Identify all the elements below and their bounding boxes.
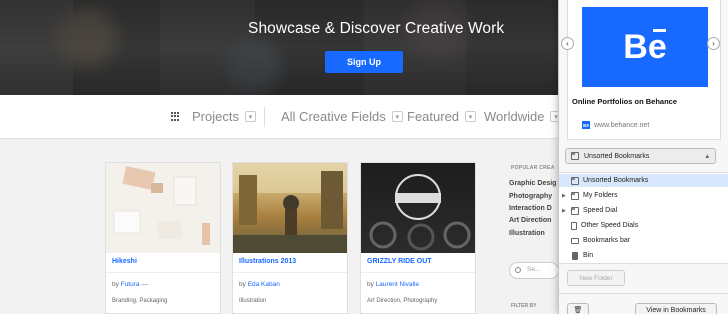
- search-icon: [515, 267, 521, 273]
- favicon-icon: Bē: [582, 121, 590, 129]
- popular-creative-fields-heading: POPULAR CREA: [511, 165, 555, 171]
- url-text: www.behance.net: [594, 121, 650, 129]
- by-label: by: [239, 281, 246, 288]
- by-label: by: [112, 281, 119, 288]
- project-fields: Art Direction, Photography: [367, 298, 438, 304]
- sidebar-link-interaction-design[interactable]: Interaction D: [509, 205, 552, 212]
- project-title[interactable]: Illustrations 2013: [239, 258, 296, 265]
- folder-select[interactable]: Unsorted Bookmarks ▴: [565, 148, 716, 164]
- sidebar-link-photography[interactable]: Photography: [509, 193, 552, 200]
- next-thumbnail-button[interactable]: ›: [707, 37, 720, 50]
- folder-icon: [571, 191, 579, 200]
- tree-item-label: My Folders: [583, 192, 618, 199]
- nav-projects-label: Projects: [192, 109, 239, 124]
- tree-item-other-speed-dials[interactable]: Other Speed Dials: [559, 219, 728, 232]
- bin-icon: [572, 251, 578, 260]
- tree-item-label: Other Speed Dials: [581, 222, 639, 229]
- tree-item-my-folders[interactable]: ▶ My Folders: [559, 189, 728, 202]
- divider: [233, 272, 347, 273]
- nav-featured[interactable]: Featured ▾: [407, 109, 477, 124]
- speed-dial-icon: [571, 206, 579, 215]
- project-card[interactable]: GRIZZLY RIDE OUT by Laurent Nivalle Art …: [360, 162, 476, 314]
- nav-creative-fields-label: All Creative Fields: [281, 109, 386, 124]
- hero-title: Showcase & Discover Creative Work: [248, 20, 505, 37]
- chevron-up-icon: ▴: [705, 153, 709, 160]
- filter-by-heading: FILTER BY: [511, 303, 537, 309]
- tree-item-label: Bookmarks bar: [583, 237, 631, 244]
- folder-select-value: Unsorted Bookmarks: [584, 152, 650, 160]
- project-thumbnail[interactable]: [361, 163, 475, 253]
- tree-item-unsorted-bookmarks[interactable]: Unsorted Bookmarks: [559, 174, 728, 187]
- project-author: by Futura —: [112, 281, 148, 288]
- project-card[interactable]: Illustrations 2013 by Eda Kaban Illustra…: [232, 162, 348, 314]
- author-link[interactable]: Laurent Nivalle: [376, 281, 419, 288]
- tree-item-bin[interactable]: Bin: [559, 249, 728, 262]
- bookmark-url: Bē www.behance.net: [582, 121, 649, 129]
- nav-worldwide-label: Worldwide: [484, 109, 545, 124]
- tree-item-label: Speed Dial: [583, 207, 618, 214]
- trash-icon: 🗑: [573, 306, 583, 314]
- field-search-input[interactable]: Se...: [509, 262, 559, 279]
- project-card[interactable]: Hikeshi by Futura — Branding, Packaging: [105, 162, 221, 314]
- divider: [106, 272, 220, 273]
- new-folder-button[interactable]: New Folder: [567, 270, 625, 286]
- chevron-down-icon: ▾: [244, 111, 256, 122]
- bookmarks-bar-icon: [571, 237, 579, 244]
- tree-item-label: Bin: [583, 252, 594, 259]
- project-fields: Branding, Packaging: [112, 298, 168, 304]
- grid-icon: [171, 112, 180, 121]
- by-label: by: [367, 281, 374, 288]
- tree-item-label: Unsorted Bookmarks: [583, 177, 649, 184]
- project-thumbnail[interactable]: [106, 163, 220, 253]
- expand-arrow-icon[interactable]: ▶: [562, 193, 566, 199]
- bookmark-title: Online Portfolios on Behance: [572, 97, 678, 106]
- nav-worldwide[interactable]: Worldwide ▾: [484, 109, 562, 124]
- behance-logo-icon: Be: [582, 7, 708, 87]
- nav-projects[interactable]: Projects ▾: [171, 109, 256, 124]
- delete-bookmark-button[interactable]: 🗑: [567, 303, 589, 314]
- sidebar-link-art-direction[interactable]: Art Direction: [509, 217, 551, 224]
- nav-featured-label: Featured: [407, 109, 460, 124]
- project-author: by Eda Kaban: [239, 281, 280, 288]
- nav-divider: [264, 107, 265, 127]
- chevron-down-icon: ▾: [391, 111, 403, 122]
- previous-thumbnail-button[interactable]: ‹: [561, 37, 574, 50]
- expand-arrow-icon[interactable]: ▶: [562, 208, 566, 214]
- author-suffix: —: [139, 281, 148, 288]
- project-thumbnail[interactable]: [233, 163, 347, 253]
- sidebar-link-illustration[interactable]: Illustration: [509, 230, 545, 237]
- bookmark-preview: Be Online Portfolios on Behance Bē www.b…: [567, 0, 721, 140]
- tree-item-bookmarks-bar[interactable]: Bookmarks bar: [559, 234, 728, 247]
- logo-macron: [653, 29, 666, 32]
- device-icon: [571, 221, 577, 230]
- sign-up-button[interactable]: Sign Up: [325, 51, 403, 73]
- divider: [361, 272, 475, 273]
- author-link[interactable]: Futura: [121, 281, 140, 288]
- author-link[interactable]: Eda Kaban: [248, 281, 280, 288]
- view-in-bookmarks-button[interactable]: View in Bookmarks: [635, 303, 717, 314]
- nav-creative-fields[interactable]: All Creative Fields ▾: [281, 109, 403, 124]
- folder-icon: [571, 176, 579, 185]
- chevron-down-icon: ▾: [465, 111, 477, 122]
- bookmark-popup: Be Online Portfolios on Behance Bē www.b…: [558, 0, 728, 314]
- logo-text: Be: [623, 27, 667, 66]
- project-title[interactable]: Hikeshi: [112, 258, 137, 265]
- folder-tree: Unsorted Bookmarks ▶ My Folders ▶ Speed …: [559, 172, 728, 264]
- project-title[interactable]: GRIZZLY RIDE OUT: [367, 258, 432, 265]
- project-author: by Laurent Nivalle: [367, 281, 419, 288]
- tree-item-speed-dial[interactable]: ▶ Speed Dial: [559, 204, 728, 217]
- sidebar-link-graphic-design[interactable]: Graphic Desig: [509, 180, 556, 187]
- project-fields: Illustration: [239, 298, 267, 304]
- search-placeholder: Se...: [527, 266, 541, 273]
- folder-icon: [571, 152, 579, 160]
